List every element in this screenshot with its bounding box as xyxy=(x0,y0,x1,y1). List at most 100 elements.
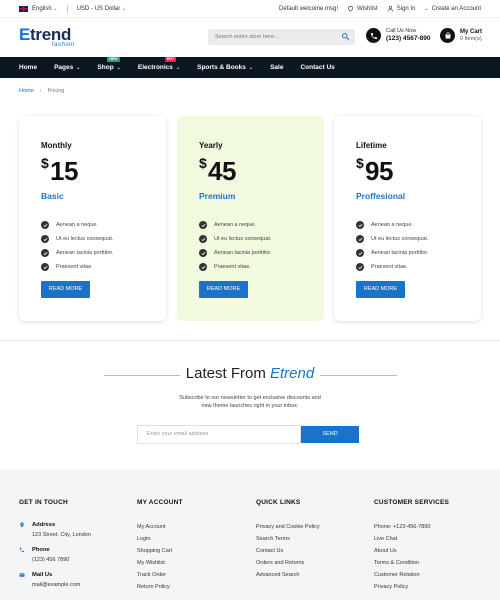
breadcrumb-current: Pricing xyxy=(47,88,65,94)
nav-label: Home xyxy=(19,64,38,71)
chevron-down-icon: ⌄ xyxy=(76,64,81,71)
feature-item: Aenean a neque. xyxy=(199,218,271,232)
language-selector[interactable]: English ⌄ xyxy=(32,6,58,12)
feature-text: Aenean lacinia porttitor. xyxy=(56,250,114,256)
footer-link[interactable]: About Us xyxy=(374,545,449,557)
breadcrumb-home[interactable]: Home xyxy=(19,88,34,94)
top-bar-left: English ⌄ USD - US Dollar ⌄ xyxy=(19,5,126,13)
breadcrumb: Home › Pricing xyxy=(19,88,64,94)
user-icon xyxy=(387,5,393,12)
pricing-card-monthly: Monthly $15 Basic Aenean a neque. Ut eu … xyxy=(19,116,166,321)
check-icon xyxy=(199,249,207,257)
map-pin-icon xyxy=(20,522,24,528)
newsletter-email-input[interactable]: Enter your email address xyxy=(137,425,301,444)
feature-text: Ut eu lectus consequat. xyxy=(56,236,114,242)
chevron-down-icon: ⌄ xyxy=(248,64,254,71)
footer-col-get-in-touch: GET IN TOUCH Address 123 Street, City, Lo… xyxy=(19,499,91,596)
feature-item: Ut eu lectus consequat. xyxy=(356,232,428,246)
read-more-button[interactable]: READ MORE xyxy=(41,281,90,298)
plan-name: Monthly xyxy=(41,141,72,150)
create-account-label: Create an Account xyxy=(431,5,481,12)
footer-link[interactable]: Phone: +123-456-7890 xyxy=(374,521,449,533)
feature-item: Aenean a neque. xyxy=(41,218,113,232)
price-amount: 45 xyxy=(208,156,236,186)
footer-heading: MY ACCOUNT xyxy=(137,499,183,506)
chevron-down-icon: ⌄ xyxy=(116,64,121,71)
newsletter-title-prefix: Latest From xyxy=(185,365,266,382)
contact-mail: Mail Us mail@example.com xyxy=(19,571,91,589)
pricing-card-yearly: Yearly $45 Premium Aenean a neque. Ut eu… xyxy=(177,116,324,321)
nav-item-electronics[interactable]: HOT Electronics ⌄ xyxy=(137,57,180,71)
feature-item: Aenean lacinia porttitor. xyxy=(199,246,271,260)
send-button[interactable]: SEND xyxy=(301,426,359,443)
footer-link[interactable]: Track Order xyxy=(137,569,183,581)
footer-heading: GET IN TOUCH xyxy=(19,499,68,506)
footer-heading: QUICK LINKS xyxy=(256,499,301,506)
nav-item-sports-books[interactable]: Sports & Books ⌄ xyxy=(197,64,253,71)
footer-col-my-account: MY ACCOUNT My Account Login Shopping Car… xyxy=(137,499,183,593)
chevron-down-icon: ⌄ xyxy=(121,6,127,12)
currency-symbol: $ xyxy=(199,155,207,171)
mail-icon xyxy=(19,573,25,577)
feature-text: Aenean a neque. xyxy=(371,222,413,228)
footer-link[interactable]: Contact Us xyxy=(256,545,320,557)
signin-link[interactable]: Sign In xyxy=(387,5,415,12)
footer-link[interactable]: Shopping Cart xyxy=(137,545,183,557)
search-icon[interactable] xyxy=(341,32,350,41)
newsletter-title-brand: Etrend xyxy=(270,365,315,382)
footer-link[interactable]: Privacy and Cookie Policy xyxy=(256,521,320,533)
email-placeholder: Enter your email address xyxy=(147,431,209,437)
search-input[interactable]: Search entire store here... xyxy=(208,29,355,45)
footer-link[interactable]: Live Chat xyxy=(374,533,449,545)
phone-icon xyxy=(366,28,381,43)
read-more-button[interactable]: READ MORE xyxy=(199,281,248,298)
divider xyxy=(66,5,68,13)
footer-heading: CUSTOMER SERVICES xyxy=(374,499,450,506)
logo[interactable]: Etrend fashion xyxy=(19,26,74,48)
create-account-link[interactable]: ⌄ Create an Account xyxy=(424,6,481,12)
footer-link[interactable]: Login xyxy=(137,533,183,545)
footer-col-quick-links: QUICK LINKS Privacy and Cookie Policy Se… xyxy=(256,499,320,581)
feature-item: Aenean lacinia porttitor. xyxy=(41,246,113,260)
mini-cart[interactable]: My Cart 0 Item(s) xyxy=(440,28,482,43)
newsletter-text-line: Subscribe to our newsletter to get exclu… xyxy=(179,395,321,401)
feature-text: Aenean lacinia porttitor. xyxy=(371,250,429,256)
nav-label: Sports & Books xyxy=(197,64,246,71)
footer-link[interactable]: Terms & Condition xyxy=(374,557,449,569)
feature-text: Ut eu lectus consequat. xyxy=(371,236,429,242)
site-footer: GET IN TOUCH Address 123 Street, City, Lo… xyxy=(0,469,500,600)
call-us[interactable]: Call Us Now (123) 4567-890 xyxy=(366,28,430,43)
pricing-card-lifetime: Lifetime $95 Proffesional Aenean a neque… xyxy=(334,116,481,321)
nav-item-shop[interactable]: NEW Shop ⌄ xyxy=(97,57,121,71)
plan-tier: Basic xyxy=(41,191,64,201)
currency-symbol: $ xyxy=(356,155,364,171)
footer-link[interactable]: Orders and Returns xyxy=(256,557,320,569)
nav-label: Electronics xyxy=(137,64,173,71)
nav-item-home[interactable]: Home xyxy=(19,64,37,71)
nav-item-contact[interactable]: Contact Us xyxy=(300,64,334,71)
footer-link[interactable]: Advanced Search xyxy=(256,569,320,581)
read-more-button[interactable]: READ MORE xyxy=(356,281,405,298)
footer-link[interactable]: Return Policy xyxy=(137,581,183,593)
feature-list: Aenean a neque. Ut eu lectus consequat. … xyxy=(199,218,271,274)
footer-link[interactable]: Customer Relation xyxy=(374,569,449,581)
section-divider xyxy=(0,340,500,341)
feature-text: Praesent vitae. xyxy=(214,264,251,270)
check-icon xyxy=(41,249,49,257)
plan-name: Lifetime xyxy=(356,141,387,150)
contact-value[interactable]: mail@example.com xyxy=(32,581,80,589)
search-placeholder: Search entire store here... xyxy=(215,34,279,40)
footer-link[interactable]: Privacy Policy xyxy=(374,581,449,593)
footer-link[interactable]: My Account xyxy=(137,521,183,533)
feature-text: Aenean lacinia porttitor. xyxy=(214,250,272,256)
check-icon xyxy=(199,263,207,271)
currency-selector[interactable]: USD - US Dollar ⌄ xyxy=(77,6,127,12)
footer-link[interactable]: Search Terms xyxy=(256,533,320,545)
feature-item: Praesent vitae. xyxy=(356,260,428,274)
nav-item-pages[interactable]: Pages ⌄ xyxy=(54,64,80,71)
footer-link[interactable]: My Wishlist xyxy=(137,557,183,569)
wishlist-link[interactable]: Wishlist xyxy=(347,5,378,12)
nav-item-sale[interactable]: Sale xyxy=(270,64,283,71)
contact-value[interactable]: (123) 456 7890 xyxy=(32,556,69,564)
cart-label: My Cart xyxy=(460,29,483,35)
